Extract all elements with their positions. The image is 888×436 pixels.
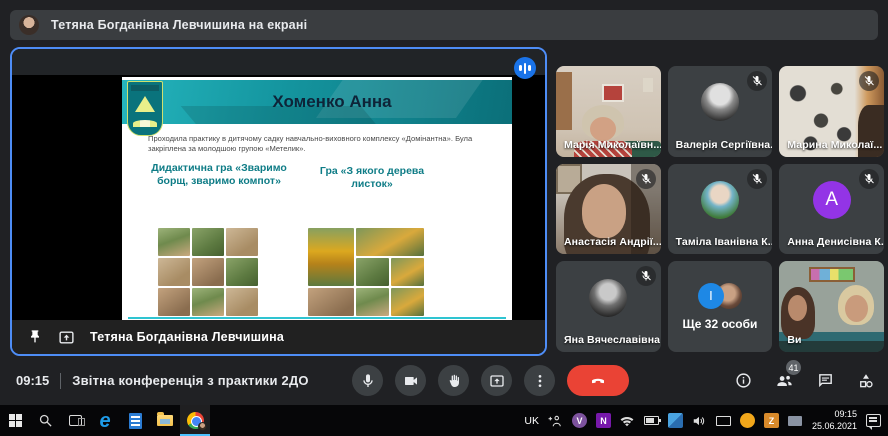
activities-button[interactable]	[857, 372, 875, 390]
university-logo	[127, 81, 163, 136]
edge-button[interactable]: e	[90, 405, 120, 436]
z-app-icon[interactable]: Z	[764, 413, 779, 428]
participant-tile[interactable]: Марія Миколаївн...	[556, 66, 661, 157]
chrome-button[interactable]	[180, 405, 210, 436]
shared-screen-namebar: Тетяна Богданівна Левчишина	[12, 320, 545, 354]
more-options-button[interactable]	[524, 365, 555, 396]
stacked-avatars: І	[698, 283, 742, 309]
slide-divider-line	[128, 317, 506, 319]
pin-icon[interactable]	[27, 329, 43, 345]
camera-button[interactable]	[395, 365, 426, 396]
chat-button[interactable]	[817, 372, 834, 389]
orange-app-icon[interactable]	[740, 413, 755, 428]
more-participants-tile[interactable]: І Ще 32 особи	[668, 261, 773, 352]
more-participants-label: Ще 32 особи	[683, 317, 758, 331]
display-icon[interactable]	[716, 416, 731, 426]
mic-off-icon	[747, 71, 767, 91]
task-view-button[interactable]	[60, 405, 90, 436]
mic-off-icon	[859, 71, 879, 91]
participant-name: Таміла Іванівна К...	[676, 236, 773, 248]
avatar	[701, 83, 739, 121]
slide-right-heading: Гра «З якого дерева листок»	[298, 165, 446, 191]
meeting-details-button[interactable]	[735, 372, 752, 389]
leave-call-button[interactable]	[567, 365, 629, 396]
battery-icon[interactable]	[644, 416, 659, 425]
windows-taskbar: e UK V N Z 09:15 25.06.2021	[0, 405, 888, 436]
mic-off-icon	[636, 266, 656, 286]
document-app-button[interactable]	[120, 405, 150, 436]
shared-screen-tile[interactable]: Хоменко Анна Проходила практику в дитячо…	[10, 47, 547, 356]
clock-time: 09:15	[812, 409, 857, 420]
start-button[interactable]	[0, 405, 30, 436]
participants-button[interactable]: 41	[775, 371, 794, 390]
presentation-slide: Хоменко Анна Проходила практику в дитячо…	[122, 77, 512, 327]
participant-tile[interactable]: Марина Миколаї...	[779, 66, 884, 157]
participant-name: Анастасія Андрії...	[564, 236, 661, 248]
meet-bottom-bar: 09:15 Звітна конференція з практики 2ДО …	[0, 356, 888, 405]
participants-grid: Марія Миколаївн... Валерія Сергіївна... …	[556, 66, 884, 352]
avatar	[701, 181, 739, 219]
mic-off-icon	[859, 169, 879, 189]
slide-body-text: Проходила практику в дитячому садку навч…	[148, 134, 488, 154]
participant-tile[interactable]: Валерія Сергіївна...	[668, 66, 773, 157]
search-button[interactable]	[30, 405, 60, 436]
windows-icon	[9, 414, 22, 427]
presenter-name-label: Тетяна Богданівна Левчишина	[90, 330, 284, 344]
search-icon	[38, 413, 53, 428]
slide-header-banner: Хоменко Анна	[122, 80, 512, 124]
network-app-icon[interactable]	[668, 413, 683, 428]
presenting-banner-text: Тетяна Богданівна Левчишина на екрані	[51, 18, 307, 32]
present-button[interactable]	[481, 365, 512, 396]
taskbar-clock[interactable]: 09:15 25.06.2021	[812, 409, 857, 432]
language-indicator[interactable]: UK	[524, 415, 539, 427]
mic-off-icon	[747, 169, 767, 189]
slide-title: Хоменко Анна	[162, 80, 502, 124]
shared-screen-letterbox	[12, 49, 545, 75]
participant-name: Валерія Сергіївна...	[676, 139, 773, 151]
volume-icon[interactable]	[692, 413, 707, 428]
avatar-letter: А	[813, 181, 851, 219]
mic-button[interactable]	[352, 365, 383, 396]
edge-icon: e	[99, 411, 110, 431]
clock-time: 09:15	[16, 373, 49, 388]
presenting-banner: Тетяна Богданівна Левчишина на екрані	[10, 10, 878, 40]
mic-off-icon	[636, 169, 656, 189]
chrome-icon	[187, 412, 204, 429]
self-view-tile[interactable]: Ви	[779, 261, 884, 352]
presenter-avatar	[19, 15, 39, 35]
participant-tile[interactable]: Анастасія Андрії...	[556, 164, 661, 255]
audio-playing-indicator-icon	[514, 57, 536, 79]
slide-left-heading: Дидактична гра «Зваримо борщ, зваримо ко…	[148, 162, 290, 188]
folder-icon	[157, 415, 173, 426]
wifi-icon[interactable]	[620, 413, 635, 428]
onenote-icon[interactable]: N	[596, 413, 611, 428]
document-icon	[129, 413, 142, 429]
participant-name: Анна Денисівна К...	[787, 236, 884, 248]
divider	[60, 373, 61, 389]
task-view-icon	[69, 415, 82, 426]
participant-tile[interactable]: Яна Вячеславівна ...	[556, 261, 661, 352]
participant-name: Яна Вячеславівна ...	[564, 334, 661, 346]
participants-count-badge: 41	[786, 360, 801, 375]
participant-tile[interactable]: А Анна Денисівна К...	[779, 164, 884, 255]
presenting-icon	[58, 329, 75, 346]
participant-tile[interactable]: Таміла Іванівна К...	[668, 164, 773, 255]
participant-name: Марина Миколаї...	[787, 139, 882, 151]
photo-collage-left	[158, 228, 258, 316]
avatar-letter: І	[698, 283, 724, 309]
meeting-name: Звітна конференція з практики 2ДО	[72, 373, 308, 388]
monitor-icon[interactable]	[788, 416, 802, 426]
clock-date: 25.06.2021	[812, 421, 857, 432]
self-name-label: Ви	[787, 334, 801, 346]
avatar	[589, 279, 627, 317]
action-center-icon[interactable]	[866, 414, 881, 427]
participant-name: Марія Миколаївн...	[564, 139, 661, 151]
share-nearby-icon[interactable]	[548, 413, 563, 428]
viber-icon[interactable]: V	[572, 413, 587, 428]
raise-hand-button[interactable]	[438, 365, 469, 396]
photo-collage-right	[308, 228, 424, 316]
file-explorer-button[interactable]	[150, 405, 180, 436]
